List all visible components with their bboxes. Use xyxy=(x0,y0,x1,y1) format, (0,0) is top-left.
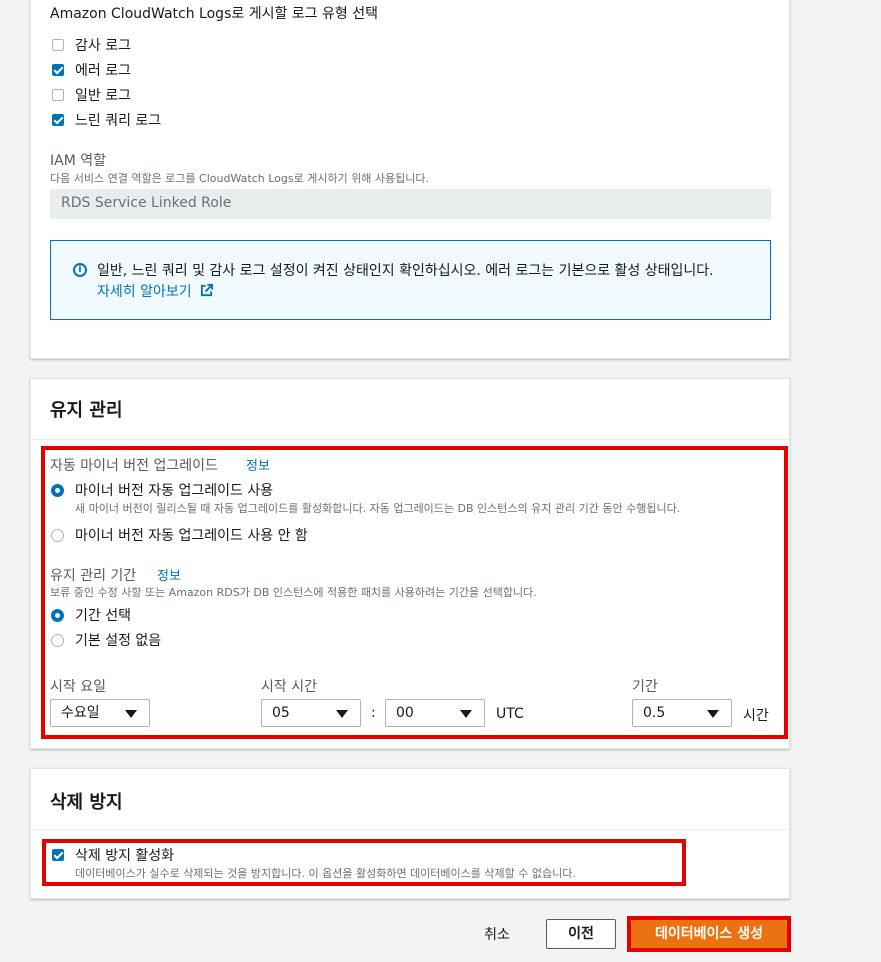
error-log-checkbox[interactable] xyxy=(52,64,64,76)
iam-role-label: IAM 역할 xyxy=(50,153,106,169)
external-link-icon xyxy=(201,284,214,297)
deletion-protection-title: 삭제 방지 xyxy=(50,792,123,813)
maintenance-highlight-box xyxy=(41,446,788,739)
create-database-button[interactable]: 데이터베이스 생성 xyxy=(631,920,787,948)
general-log-checkbox[interactable] xyxy=(52,89,64,101)
logs-heading: Amazon CloudWatch Logs로 게시할 로그 유형 선택 xyxy=(50,6,378,22)
previous-button[interactable]: 이전 xyxy=(546,919,616,949)
audit-log-checkbox[interactable] xyxy=(52,39,64,51)
general-log-label: 일반 로그 xyxy=(75,88,131,104)
maintenance-divider xyxy=(31,439,789,440)
info-alert: i 일반, 느린 쿼리 및 감사 로그 설정이 켜진 상태인지 확인하십시오. … xyxy=(50,240,771,320)
iam-role-description: 다음 서비스 연결 역할은 로그를 CloudWatch Logs로 게시하기 … xyxy=(50,172,430,185)
iam-role-value: RDS Service Linked Role xyxy=(61,195,232,211)
slow-query-log-checkbox[interactable] xyxy=(52,114,64,126)
maintenance-title: 유지 관리 xyxy=(50,400,123,421)
info-alert-text: 일반, 느린 쿼리 및 감사 로그 설정이 켜진 상태인지 확인하십시오. 에러… xyxy=(97,263,714,279)
learn-more-label: 자세히 알아보기 xyxy=(97,284,192,300)
logs-panel: Amazon CloudWatch Logs로 게시할 로그 유형 선택 감사 … xyxy=(30,0,790,359)
info-icon: i xyxy=(73,263,87,277)
iam-role-field: RDS Service Linked Role xyxy=(50,189,771,219)
audit-log-label: 감사 로그 xyxy=(75,38,131,54)
error-log-label: 에러 로그 xyxy=(75,63,131,79)
deletion-divider xyxy=(31,829,789,830)
cancel-button[interactable]: 취소 xyxy=(470,924,524,944)
slow-query-log-label: 느린 쿼리 로그 xyxy=(75,113,162,129)
deletion-highlight-box xyxy=(42,839,686,886)
learn-more-link[interactable]: 자세히 알아보기 xyxy=(97,281,214,301)
